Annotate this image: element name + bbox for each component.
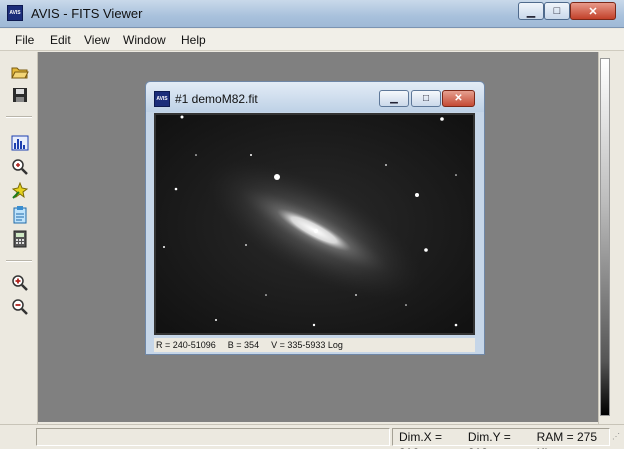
image-status-bar: R = 240-51096 B = 354 V = 335-5933 Log: [154, 338, 475, 352]
zoom-target-icon[interactable]: [11, 158, 29, 176]
menu-view[interactable]: View: [84, 33, 110, 47]
image-window[interactable]: AVIS #1 demoM82.fit ▁ □ ✕ R = 240-51096 …: [145, 81, 485, 355]
intensity-gradient[interactable]: [600, 58, 610, 416]
zoom-out-icon[interactable]: [11, 298, 29, 316]
save-disk-icon[interactable]: [11, 86, 29, 104]
resize-grip-icon[interactable]: ⋰: [612, 432, 622, 446]
clipboard-icon[interactable]: [11, 206, 29, 224]
menu-help[interactable]: Help: [181, 33, 206, 47]
galaxy-image: [156, 115, 473, 333]
open-folder-icon[interactable]: [11, 63, 29, 81]
calculator-icon[interactable]: [11, 230, 29, 248]
status-ram: RAM = 275 Kb: [536, 430, 597, 449]
menu-window[interactable]: Window: [123, 33, 166, 47]
image-window-title-bar[interactable]: AVIS #1 demoM82.fit ▁ □ ✕: [146, 82, 484, 112]
status-dim-y: Dim.Y = 218: [467, 430, 511, 449]
status-bar: Dim.X = 316 Dim.Y = 218 RAM = 275 Kb: [0, 424, 624, 449]
status-r-range: R = 240-51096: [156, 340, 216, 350]
toolbar-separator: [6, 116, 32, 118]
status-panel-info: Dim.X = 316 Dim.Y = 218 RAM = 275 Kb: [392, 428, 610, 449]
image-minimize-button[interactable]: ▁: [379, 90, 409, 107]
tool-bar: [0, 52, 38, 424]
toolbar-separator: [6, 260, 32, 262]
image-close-button[interactable]: ✕: [442, 90, 475, 107]
image-window-title: #1 demoM82.fit: [175, 92, 258, 106]
window-title: AVIS - FITS Viewer: [31, 6, 143, 21]
fits-image-canvas[interactable]: [154, 113, 475, 335]
app-window: AVIS AVIS - FITS Viewer ▁ □ ✕ File Edit …: [0, 0, 624, 449]
minimize-button[interactable]: ▁: [518, 2, 544, 20]
menu-edit[interactable]: Edit: [50, 33, 71, 47]
title-bar[interactable]: AVIS AVIS - FITS Viewer ▁ □ ✕: [0, 0, 624, 28]
zoom-in-icon[interactable]: [11, 274, 29, 292]
status-b-value: B = 354: [227, 340, 260, 350]
status-panel-main: [36, 428, 390, 446]
app-icon: AVIS: [7, 5, 23, 21]
status-dim-x: Dim.X = 316: [399, 430, 443, 449]
menu-bar: File Edit View Window Help: [0, 29, 624, 51]
maximize-button[interactable]: □: [544, 2, 570, 20]
image-maximize-button[interactable]: □: [411, 90, 441, 107]
status-v-range: V = 335-5933 Log: [271, 340, 343, 350]
close-button[interactable]: ✕: [570, 2, 616, 20]
histogram-icon[interactable]: [11, 134, 29, 152]
magic-wand-icon[interactable]: [11, 182, 29, 200]
image-window-icon: AVIS: [154, 91, 170, 107]
menu-file[interactable]: File: [15, 33, 34, 47]
